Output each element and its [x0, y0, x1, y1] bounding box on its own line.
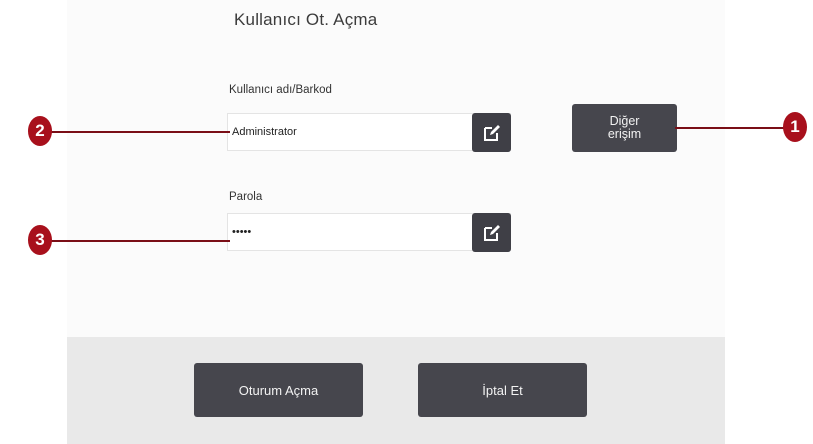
callout-3-line — [40, 240, 230, 242]
login-button[interactable]: Oturum Açma — [194, 363, 363, 417]
callout-3-badge: 3 — [28, 225, 52, 255]
password-label: Parola — [229, 191, 263, 203]
page-title: Kullanıcı Ot. Açma — [234, 10, 378, 29]
username-label: Kullanıcı adı/Barkod — [229, 84, 332, 96]
cancel-button[interactable]: İptal Et — [418, 363, 587, 417]
username-input[interactable]: Administrator — [227, 113, 511, 151]
username-edit-button[interactable] — [472, 113, 511, 152]
edit-pencil-icon — [483, 224, 500, 241]
edit-pencil-icon — [483, 124, 500, 141]
password-edit-button[interactable] — [472, 213, 511, 252]
callout-1-badge: 1 — [783, 112, 807, 142]
other-access-button[interactable]: Diğer erişim — [572, 104, 677, 152]
footer-bar — [67, 337, 725, 444]
other-access-label-line2: erişim — [607, 127, 642, 141]
callout-1-line — [675, 127, 793, 129]
callout-2-badge: 2 — [28, 116, 52, 146]
callout-2-line — [40, 131, 230, 133]
password-input[interactable]: ••••• — [227, 213, 511, 251]
